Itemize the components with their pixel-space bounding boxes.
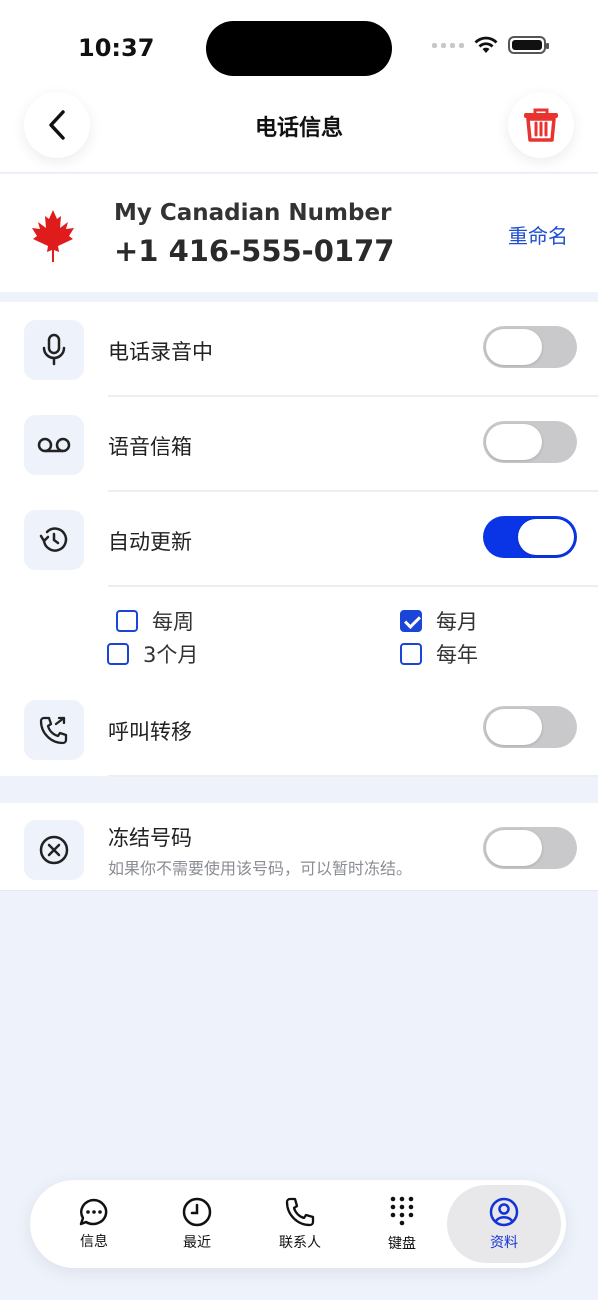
row-divider <box>108 395 598 397</box>
option-label: 每周 <box>152 610 194 634</box>
wifi-icon <box>474 36 498 53</box>
number-name: My Canadian Number <box>114 200 392 226</box>
option-label: 每月 <box>436 610 478 634</box>
option-label: 每年 <box>436 643 478 667</box>
freeze-label: 冻结号码 <box>108 826 192 850</box>
tab-contacts[interactable]: 联系人 <box>248 1180 352 1268</box>
auto-renew-toggle[interactable] <box>483 516 577 558</box>
tab-messages[interactable]: 信息 <box>42 1180 146 1268</box>
tab-profile[interactable]: 资料 <box>447 1185 561 1263</box>
checkbox[interactable] <box>116 610 138 632</box>
keypad-icon <box>390 1196 414 1226</box>
status-icons <box>432 36 549 54</box>
dynamic-island <box>206 21 392 76</box>
row-divider <box>108 775 598 777</box>
phone-number: +1 416-555-0177 <box>114 234 395 268</box>
canada-flag-icon <box>28 208 78 266</box>
option-label: 3个月 <box>143 643 199 667</box>
call-forward-toggle[interactable] <box>483 706 577 748</box>
call-forward-icon <box>24 700 84 760</box>
row-divider <box>108 585 598 587</box>
freeze-subtitle: 如果你不需要使用该号码，可以暂时冻结。 <box>108 859 413 878</box>
close-circle-icon <box>24 820 84 880</box>
battery-icon <box>508 36 549 54</box>
clock-icon <box>182 1197 212 1227</box>
recording-toggle[interactable] <box>483 326 577 368</box>
tab-bar: 信息 最近 联系人 键盘 资料 <box>30 1180 566 1268</box>
renew-option-weekly[interactable]: 每周 <box>116 606 194 636</box>
tab-label: 资料 <box>490 1235 518 1251</box>
tab-label: 键盘 <box>388 1236 416 1252</box>
row-divider <box>108 490 598 492</box>
phone-icon <box>285 1197 315 1227</box>
delete-button[interactable] <box>508 92 574 158</box>
renew-option-yearly[interactable]: 每年 <box>400 639 478 669</box>
history-icon <box>24 510 84 570</box>
checkbox-checked[interactable] <box>400 610 422 632</box>
checkbox[interactable] <box>107 643 129 665</box>
renew-option-monthly[interactable]: 每月 <box>400 606 478 636</box>
recording-label: 电话录音中 <box>108 340 213 364</box>
voicemail-icon <box>24 415 84 475</box>
checkbox[interactable] <box>400 643 422 665</box>
rename-button[interactable]: 重命名 <box>508 220 568 249</box>
header-divider <box>0 172 598 173</box>
trash-icon <box>524 108 558 142</box>
signal-icon <box>432 42 464 48</box>
microphone-icon <box>24 320 84 380</box>
voicemail-label: 语音信箱 <box>108 435 192 459</box>
renew-option-3months[interactable]: 3个月 <box>107 639 198 669</box>
tab-recents[interactable]: 最近 <box>145 1180 249 1268</box>
tab-label: 联系人 <box>279 1235 321 1251</box>
voicemail-toggle[interactable] <box>483 421 577 463</box>
freeze-toggle[interactable] <box>483 827 577 869</box>
profile-icon <box>489 1197 519 1227</box>
tab-label: 信息 <box>80 1234 108 1250</box>
auto-renew-label: 自动更新 <box>108 530 192 554</box>
tab-keypad[interactable]: 键盘 <box>350 1180 454 1268</box>
call-forward-label: 呼叫转移 <box>108 720 192 744</box>
message-icon <box>79 1198 108 1226</box>
tab-label: 最近 <box>183 1235 211 1251</box>
status-time: 10:37 <box>78 34 155 62</box>
